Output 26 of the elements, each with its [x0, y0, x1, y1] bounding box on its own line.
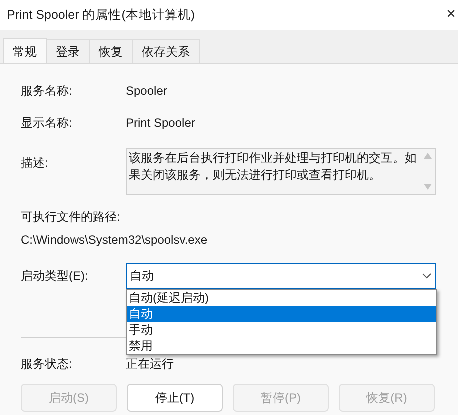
window-title: Print Spooler 的属性(本地计算机) — [7, 6, 196, 24]
display-name-value: Print Spooler — [126, 115, 196, 132]
field-label: 启动类型(E): — [21, 268, 90, 285]
service-name-value: Spooler — [126, 83, 168, 100]
path-value: C:\Windows\System32\spoolsv.exe — [21, 232, 209, 249]
scroll-up-icon[interactable] — [424, 153, 432, 159]
service-status-value: 正在运行 — [126, 356, 174, 373]
dropdown-option[interactable]: 禁用 — [127, 338, 436, 354]
field-label: 显示名称: — [21, 115, 74, 132]
tab[interactable]: 登录 — [47, 39, 90, 63]
field-label: 服务名称: — [21, 83, 74, 100]
close-button[interactable]: × — [446, 7, 456, 23]
tab[interactable]: 恢复 — [90, 39, 133, 63]
path-label: 可执行文件的路径: — [21, 209, 122, 226]
dropdown-option[interactable]: 自动 — [127, 306, 436, 322]
chevron-down-icon — [422, 273, 432, 279]
field-label: 服务状态: — [21, 356, 74, 373]
action-button[interactable]: 停止(T) — [127, 384, 223, 412]
description-text: 该服务在后台执行打印作业并处理与打印机的交互。如果关闭该服务，则无法进行打印或查看打印机。 — [128, 150, 418, 184]
tab[interactable]: 依存关系 — [133, 39, 200, 63]
scroll-down-icon[interactable] — [424, 184, 432, 190]
tab[interactable]: 常规 — [3, 38, 47, 64]
dropdown-option[interactable]: 手动 — [127, 322, 436, 338]
field-label: 描述: — [21, 155, 50, 172]
dropdown-option[interactable]: 自动(延迟启动) — [127, 290, 436, 306]
startup-type-dropdown[interactable]: 自动 — [126, 263, 436, 289]
